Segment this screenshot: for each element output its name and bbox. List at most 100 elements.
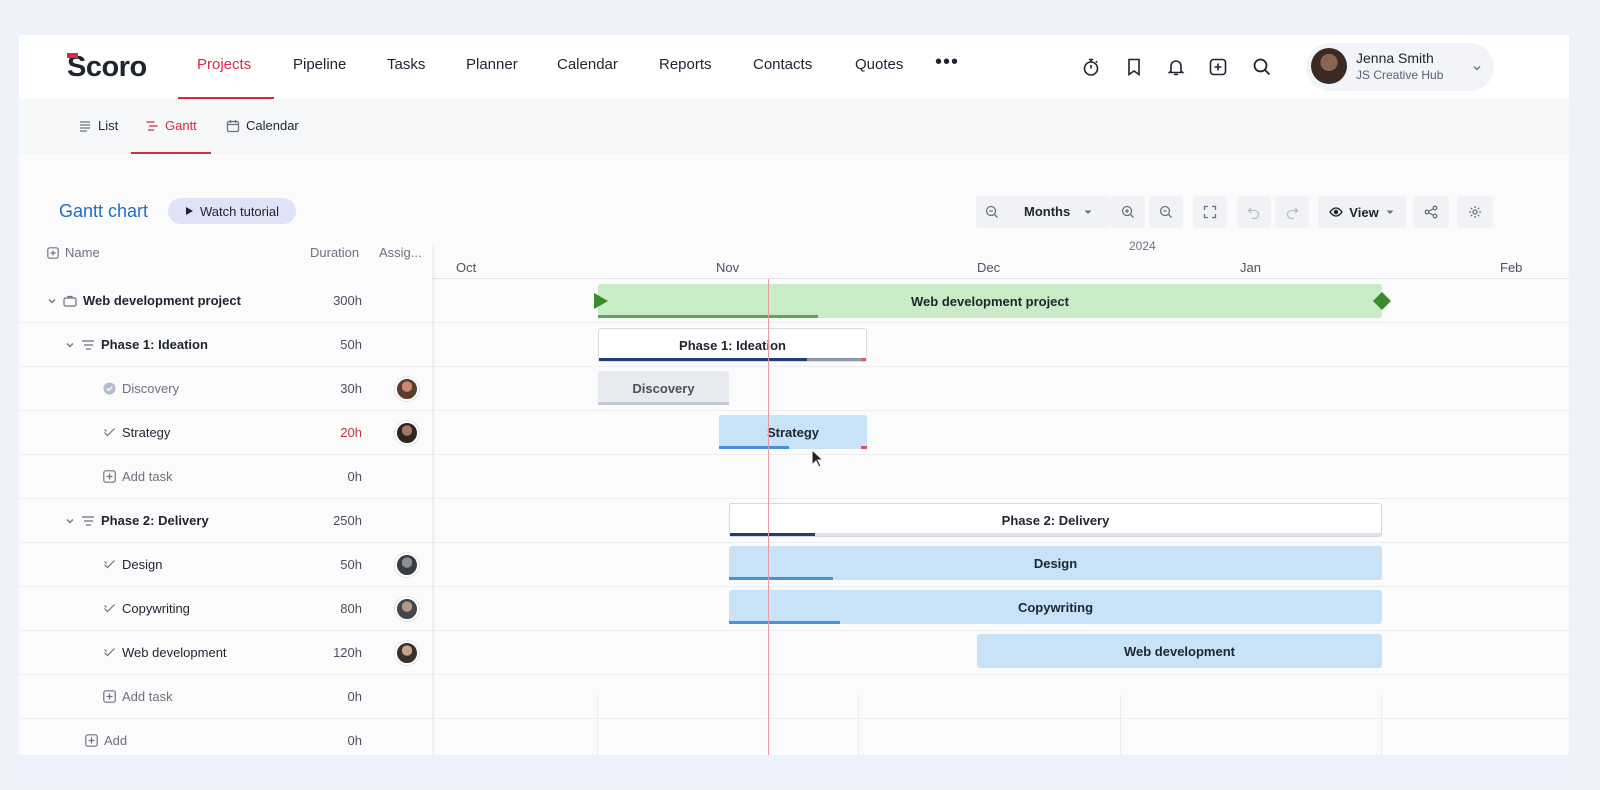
nav-calendar[interactable]: Calendar xyxy=(557,56,618,73)
row-name-label: Web development xyxy=(122,645,227,660)
gantt-bar-design[interactable]: Design xyxy=(729,546,1382,580)
gantt-bar-web-development[interactable]: Web development xyxy=(977,634,1382,668)
avatar[interactable] xyxy=(395,421,419,445)
user-organization: JS Creative Hub xyxy=(1356,68,1444,82)
pane-divider[interactable] xyxy=(432,245,436,755)
zoom-in-icon[interactable] xyxy=(1111,196,1145,228)
add-task-button[interactable]: Add task xyxy=(103,469,173,484)
nav-quotes[interactable]: Quotes xyxy=(855,56,903,73)
row-duration: 50h xyxy=(340,557,362,572)
gantt-bar-progress xyxy=(599,358,808,361)
nav-reports[interactable]: Reports xyxy=(659,56,712,73)
chevron-down-icon[interactable] xyxy=(47,296,57,306)
gantt-bar-project[interactable]: Web development project xyxy=(598,284,1382,318)
avatar[interactable] xyxy=(395,597,419,621)
gantt-bar-progress xyxy=(719,446,789,449)
project-start-marker-icon[interactable] xyxy=(594,291,608,316)
task-check-icon[interactable] xyxy=(103,558,116,571)
nav-tasks[interactable]: Tasks xyxy=(387,56,425,73)
user-menu[interactable]: Jenna Smith JS Creative Hub xyxy=(1306,43,1494,91)
column-header-name[interactable]: Name xyxy=(47,245,100,260)
row-name: Copywriting xyxy=(103,601,190,616)
chevron-down-icon[interactable] xyxy=(65,516,75,526)
gantt-bar-phase-ideation[interactable]: Phase 1: Ideation xyxy=(598,328,867,362)
phase-icon xyxy=(82,515,94,526)
scoro-logo[interactable]: Scoro xyxy=(67,51,147,84)
avatar[interactable] xyxy=(395,553,419,577)
zoom-fit-icon[interactable] xyxy=(1149,196,1183,228)
search-icon[interactable] xyxy=(1248,53,1276,81)
column-header-duration[interactable]: Duration xyxy=(310,245,359,260)
watch-tutorial-button[interactable]: Watch tutorial xyxy=(168,198,296,224)
add-task-button[interactable]: Add task xyxy=(103,689,173,704)
nav-planner[interactable]: Planner xyxy=(466,56,518,73)
table-row[interactable]: Add task 0h xyxy=(19,455,1569,499)
add-phase-button[interactable]: Add xyxy=(85,733,127,748)
gantt-bar-discovery[interactable]: Discovery xyxy=(598,371,729,405)
row-name: Discovery xyxy=(103,381,179,396)
tab-calendar-label: Calendar xyxy=(246,118,299,133)
gantt-icon xyxy=(146,120,158,131)
zoom-out-icon[interactable] xyxy=(985,205,999,222)
view-menu-button[interactable]: View xyxy=(1318,196,1406,228)
avatar xyxy=(1311,48,1347,84)
tab-active-indicator xyxy=(131,152,211,154)
table-row[interactable]: Add task 0h xyxy=(19,675,1569,719)
more-dots-icon[interactable]: ••• xyxy=(935,51,959,74)
fullscreen-icon[interactable] xyxy=(1193,196,1227,228)
nav-contacts[interactable]: Contacts xyxy=(753,56,812,73)
overdue-marker xyxy=(861,446,867,449)
gantt-bar-track xyxy=(730,533,1381,536)
settings-gear-icon[interactable] xyxy=(1457,196,1493,228)
redo-icon[interactable] xyxy=(1275,196,1309,228)
row-duration: 0h xyxy=(347,469,362,484)
gantt-bar-label: Discovery xyxy=(632,380,695,396)
bell-icon[interactable] xyxy=(1162,53,1190,81)
row-name: Web development xyxy=(103,645,227,660)
completed-check-icon[interactable] xyxy=(103,382,116,395)
calendar-icon xyxy=(226,119,240,132)
gantt-bar-phase-delivery[interactable]: Phase 2: Delivery xyxy=(729,503,1382,537)
share-icon[interactable] xyxy=(1413,196,1449,228)
view-menu-label: View xyxy=(1349,204,1379,220)
tab-calendar[interactable]: Calendar xyxy=(226,118,299,133)
timeline-year: 2024 xyxy=(1129,239,1156,253)
gantt-bar-strategy[interactable]: Strategy xyxy=(719,415,867,449)
avatar[interactable] xyxy=(395,377,419,401)
table-row[interactable]: Discovery 30h xyxy=(19,367,1569,411)
column-header-assignee[interactable]: Assig... xyxy=(379,245,422,260)
zoom-level-select[interactable]: Months xyxy=(1024,204,1070,219)
gantt-bar-progress xyxy=(729,621,840,624)
task-check-icon[interactable] xyxy=(103,426,116,439)
row-duration: 80h xyxy=(340,601,362,616)
stopwatch-icon[interactable] xyxy=(1077,53,1105,81)
row-name-label: Phase 2: Delivery xyxy=(101,513,209,528)
row-name: Phase 1: Ideation xyxy=(65,337,208,352)
row-duration: 250h xyxy=(333,513,362,528)
task-check-icon[interactable] xyxy=(103,602,116,615)
task-check-icon[interactable] xyxy=(103,646,116,659)
avatar[interactable] xyxy=(395,641,419,665)
row-name-label: Strategy xyxy=(122,425,171,440)
project-end-marker-icon[interactable] xyxy=(1372,291,1392,316)
tab-list[interactable]: List xyxy=(78,118,118,133)
month-gridline xyxy=(1381,695,1382,755)
column-header-name-label: Name xyxy=(65,245,100,260)
plus-square-icon[interactable] xyxy=(1204,53,1232,81)
nav-pipeline[interactable]: Pipeline xyxy=(293,56,346,73)
mouse-cursor-icon xyxy=(811,448,825,474)
undo-icon[interactable] xyxy=(1237,196,1271,228)
gantt-bar-label: Phase 1: Ideation xyxy=(679,337,786,353)
gantt-bar-copywriting[interactable]: Copywriting xyxy=(729,590,1382,624)
bookmark-icon[interactable] xyxy=(1120,53,1148,81)
gantt-bar-label: Copywriting xyxy=(1017,599,1094,615)
tab-gantt[interactable]: Gantt xyxy=(145,118,197,133)
row-name: Design xyxy=(103,557,162,572)
add-column-icon xyxy=(47,246,59,259)
row-duration: 0h xyxy=(347,689,362,704)
nav-projects[interactable]: Projects xyxy=(197,56,251,73)
row-name: Phase 2: Delivery xyxy=(65,513,209,528)
row-duration: 120h xyxy=(333,645,362,660)
table-row[interactable]: Add 0h xyxy=(19,719,1569,755)
chevron-down-icon[interactable] xyxy=(65,340,75,350)
